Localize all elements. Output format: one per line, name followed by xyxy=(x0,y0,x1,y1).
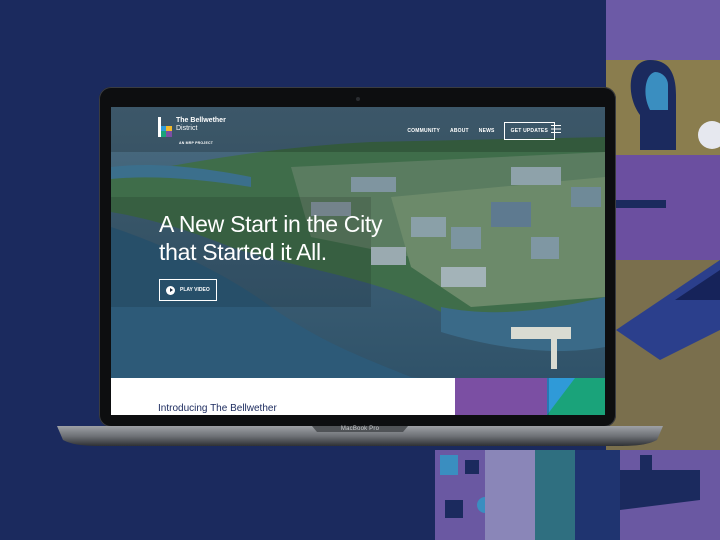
get-updates-button[interactable]: GET UPDATES xyxy=(503,122,555,140)
nav-community[interactable]: COMMUNITY xyxy=(407,128,440,134)
logo-subtitle: District xyxy=(176,125,198,132)
bellwether-logo-icon xyxy=(158,117,172,137)
hero-title: A New Start in the City that Started it … xyxy=(159,210,383,266)
logo-title: The Bellwether xyxy=(176,117,226,124)
site-header: The Bellwether District AN MRP PROJECT C… xyxy=(111,107,605,157)
intro-heading: Introducing The Bellwether xyxy=(158,403,277,414)
laptop-screen: The Bellwether District AN MRP PROJECT C… xyxy=(111,107,605,415)
intro-section: Introducing The Bellwether xyxy=(111,378,455,415)
logo-tagline: AN MRP PROJECT xyxy=(179,141,214,145)
play-video-label: PLAY VIDEO xyxy=(180,287,210,293)
nav-news[interactable]: NEWS xyxy=(479,128,495,134)
play-video-button[interactable]: PLAY VIDEO xyxy=(159,279,217,301)
hero-title-line-1: A New Start in the City xyxy=(159,211,383,237)
camera-icon xyxy=(356,97,360,101)
play-icon xyxy=(166,285,175,295)
main-nav: COMMUNITY ABOUT NEWS GET UPDATES xyxy=(397,122,555,140)
site-logo[interactable]: The Bellwether District xyxy=(158,117,226,137)
color-tiles-graphic xyxy=(455,378,605,415)
hero-title-line-2: that Started it All. xyxy=(159,239,327,265)
nav-about[interactable]: ABOUT xyxy=(450,128,469,134)
device-label: MacBook Pro xyxy=(340,426,380,432)
menu-icon[interactable] xyxy=(551,122,561,136)
